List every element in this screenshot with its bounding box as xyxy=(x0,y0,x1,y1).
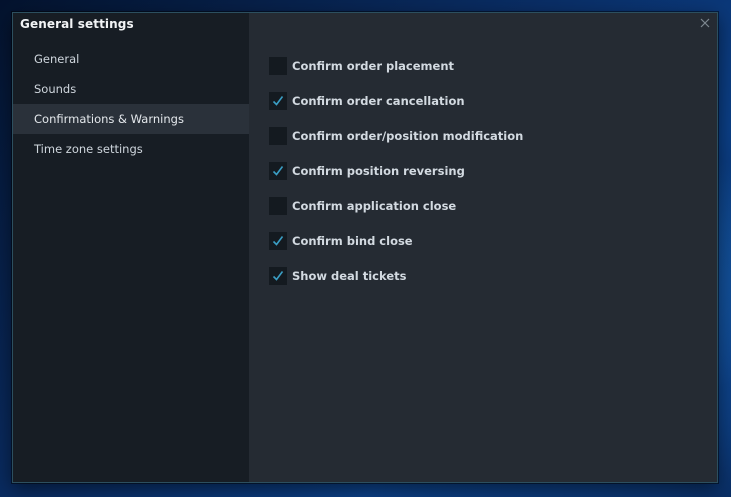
sidebar-item-sounds[interactable]: Sounds xyxy=(13,74,249,104)
checkbox-confirm-application-close[interactable] xyxy=(269,196,287,215)
option-label: Show deal tickets xyxy=(292,268,407,283)
option-label: Confirm bind close xyxy=(292,233,413,248)
sidebar-item-general[interactable]: General xyxy=(13,44,249,74)
settings-dialog: General settings General Sounds Confirma… xyxy=(12,12,718,483)
sidebar-item-confirmations-warnings[interactable]: Confirmations & Warnings xyxy=(13,104,249,134)
checkbox-show-deal-tickets[interactable] xyxy=(269,266,287,285)
checkmark-icon xyxy=(272,235,284,246)
option-label: Confirm order cancellation xyxy=(292,93,465,108)
option-show-deal-tickets[interactable]: Show deal tickets xyxy=(269,258,523,293)
option-label: Confirm order/position modification xyxy=(292,128,524,143)
option-confirm-position-reversing[interactable]: Confirm position reversing xyxy=(269,153,523,188)
sidebar-item-time-zone-settings[interactable]: Time zone settings xyxy=(13,134,249,164)
option-label: Confirm position reversing xyxy=(292,163,465,178)
checkbox-confirm-bind-close[interactable] xyxy=(269,231,287,250)
option-confirm-order-position-modification[interactable]: Confirm order/position modification xyxy=(269,118,523,153)
option-confirm-order-placement[interactable]: Confirm order placement xyxy=(269,48,523,83)
checkmark-icon xyxy=(272,165,284,176)
checkmark-icon xyxy=(272,270,284,281)
confirmations-panel: Confirm order placement Confirm order ca… xyxy=(269,48,523,293)
close-button[interactable] xyxy=(697,15,713,31)
settings-sidebar: General settings General Sounds Confirma… xyxy=(13,13,249,482)
option-label: Confirm application close xyxy=(292,198,457,213)
checkbox-confirm-position-reversing[interactable] xyxy=(269,161,287,180)
option-label: Confirm order placement xyxy=(292,58,455,73)
dialog-title: General settings xyxy=(20,17,134,31)
checkbox-confirm-order-cancellation[interactable] xyxy=(269,91,287,110)
option-confirm-order-cancellation[interactable]: Confirm order cancellation xyxy=(269,83,523,118)
close-icon xyxy=(700,18,710,28)
checkbox-confirm-order-placement[interactable] xyxy=(269,56,287,75)
option-confirm-application-close[interactable]: Confirm application close xyxy=(269,188,523,223)
option-confirm-bind-close[interactable]: Confirm bind close xyxy=(269,223,523,258)
checkmark-icon xyxy=(272,95,284,106)
checkbox-confirm-order-position-modification[interactable] xyxy=(269,126,287,145)
settings-nav: General Sounds Confirmations & Warnings … xyxy=(13,44,249,164)
